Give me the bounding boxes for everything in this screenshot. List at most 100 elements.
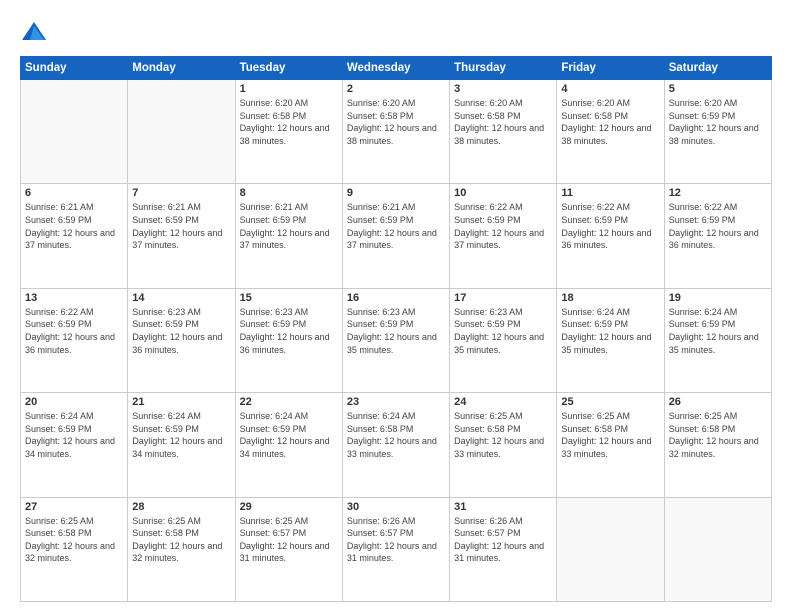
- calendar-cell: 28Sunrise: 6:25 AM Sunset: 6:58 PM Dayli…: [128, 497, 235, 601]
- calendar-cell: 7Sunrise: 6:21 AM Sunset: 6:59 PM Daylig…: [128, 184, 235, 288]
- day-number: 23: [347, 396, 445, 408]
- day-info: Sunrise: 6:22 AM Sunset: 6:59 PM Dayligh…: [25, 306, 123, 356]
- calendar-cell: 14Sunrise: 6:23 AM Sunset: 6:59 PM Dayli…: [128, 288, 235, 392]
- logo-icon: [20, 18, 48, 46]
- calendar-cell: 4Sunrise: 6:20 AM Sunset: 6:58 PM Daylig…: [557, 80, 664, 184]
- calendar-cell: 1 Sunrise: 6:20 AM Sunset: 6:58 PM Daylig…: [235, 80, 342, 184]
- day-number: 19: [669, 292, 767, 304]
- day-number: 9: [347, 187, 445, 199]
- day-info: Sunrise: 6:26 AM Sunset: 6:57 PM Dayligh…: [454, 515, 552, 565]
- day-info: Sunrise: 6:24 AM Sunset: 6:59 PM Dayligh…: [669, 306, 767, 356]
- day-number: 25: [561, 396, 659, 408]
- day-info: Sunrise: 6:25 AM Sunset: 6:58 PM Dayligh…: [561, 410, 659, 460]
- day-info: Sunrise: 6:23 AM Sunset: 6:59 PM Dayligh…: [454, 306, 552, 356]
- calendar-cell: 29 Sunrise: 6:25 AM Sunset: 6:57 PM Dayli…: [235, 497, 342, 601]
- calendar-cell: 10Sunrise: 6:22 AM Sunset: 6:59 PM Dayli…: [450, 184, 557, 288]
- day-number: 27: [25, 501, 123, 513]
- day-number: 13: [25, 292, 123, 304]
- weekday-header-tuesday: Tuesday: [235, 57, 342, 80]
- day-number: 20: [25, 396, 123, 408]
- calendar-cell: 26 Sunrise: 6:25 AM Sunset: 6:58 PM Dayli…: [664, 393, 771, 497]
- day-info: Sunrise: 6:24 AM Sunset: 6:59 PM Dayligh…: [25, 410, 123, 460]
- day-number: 8: [240, 187, 338, 199]
- day-info: Sunrise: 6:21 AM Sunset: 6:59 PM Dayligh…: [347, 201, 445, 251]
- weekday-header-thursday: Thursday: [450, 57, 557, 80]
- day-info: Sunrise: 6:22 AM Sunset: 6:59 PM Dayligh…: [669, 201, 767, 251]
- weekday-header-friday: Friday: [557, 57, 664, 80]
- day-number: 18: [561, 292, 659, 304]
- calendar-week-5: 27 Sunrise: 6:25 AM Sunset: 6:58 PM Dayli…: [21, 497, 772, 601]
- day-info: Sunrise: 6:25 AM Sunset: 6:58 PM Dayligh…: [132, 515, 230, 565]
- calendar-week-1: 1 Sunrise: 6:20 AM Sunset: 6:58 PM Daylig…: [21, 80, 772, 184]
- calendar-cell: 18 Sunrise: 6:24 AM Sunset: 6:59 PM Dayli…: [557, 288, 664, 392]
- day-number: 2: [347, 83, 445, 95]
- calendar-table: SundayMondayTuesdayWednesdayThursdayFrid…: [20, 56, 772, 602]
- day-info: Sunrise: 6:20 AM Sunset: 6:58 PM Dayligh…: [347, 97, 445, 147]
- day-number: 21: [132, 396, 230, 408]
- calendar-cell: 27 Sunrise: 6:25 AM Sunset: 6:58 PM Dayli…: [21, 497, 128, 601]
- calendar-cell: 22 Sunrise: 6:24 AM Sunset: 6:59 PM Dayli…: [235, 393, 342, 497]
- calendar-cell: 24 Sunrise: 6:25 AM Sunset: 6:58 PM Dayli…: [450, 393, 557, 497]
- calendar-week-3: 13 Sunrise: 6:22 AM Sunset: 6:59 PM Dayli…: [21, 288, 772, 392]
- day-number: 30: [347, 501, 445, 513]
- calendar-cell: 23 Sunrise: 6:24 AM Sunset: 6:58 PM Dayli…: [342, 393, 449, 497]
- calendar-cell: 17 Sunrise: 6:23 AM Sunset: 6:59 PM Dayli…: [450, 288, 557, 392]
- day-info: Sunrise: 6:20 AM Sunset: 6:58 PM Dayligh…: [240, 97, 338, 147]
- day-number: 5: [669, 83, 767, 95]
- day-info: Sunrise: 6:24 AM Sunset: 6:59 PM Dayligh…: [561, 306, 659, 356]
- calendar-cell: 20 Sunrise: 6:24 AM Sunset: 6:59 PM Dayli…: [21, 393, 128, 497]
- calendar-week-4: 20 Sunrise: 6:24 AM Sunset: 6:59 PM Dayli…: [21, 393, 772, 497]
- day-info: Sunrise: 6:26 AM Sunset: 6:57 PM Dayligh…: [347, 515, 445, 565]
- calendar-cell: [557, 497, 664, 601]
- calendar-cell: 19 Sunrise: 6:24 AM Sunset: 6:59 PM Dayli…: [664, 288, 771, 392]
- day-number: 4: [561, 83, 659, 95]
- day-info: Sunrise: 6:25 AM Sunset: 6:57 PM Dayligh…: [240, 515, 338, 565]
- weekday-header-saturday: Saturday: [664, 57, 771, 80]
- calendar-cell: 9 Sunrise: 6:21 AM Sunset: 6:59 PM Daylig…: [342, 184, 449, 288]
- day-info: Sunrise: 6:24 AM Sunset: 6:59 PM Dayligh…: [240, 410, 338, 460]
- day-info: Sunrise: 6:25 AM Sunset: 6:58 PM Dayligh…: [454, 410, 552, 460]
- day-info: Sunrise: 6:21 AM Sunset: 6:59 PM Dayligh…: [240, 201, 338, 251]
- header: [20, 18, 772, 46]
- day-info: Sunrise: 6:23 AM Sunset: 6:59 PM Dayligh…: [347, 306, 445, 356]
- calendar-cell: 2 Sunrise: 6:20 AM Sunset: 6:58 PM Daylig…: [342, 80, 449, 184]
- day-number: 16: [347, 292, 445, 304]
- day-info: Sunrise: 6:24 AM Sunset: 6:59 PM Dayligh…: [132, 410, 230, 460]
- day-info: Sunrise: 6:20 AM Sunset: 6:58 PM Dayligh…: [454, 97, 552, 147]
- calendar-cell: 25 Sunrise: 6:25 AM Sunset: 6:58 PM Dayli…: [557, 393, 664, 497]
- day-info: Sunrise: 6:21 AM Sunset: 6:59 PM Dayligh…: [132, 201, 230, 251]
- day-number: 10: [454, 187, 552, 199]
- day-number: 12: [669, 187, 767, 199]
- day-number: 17: [454, 292, 552, 304]
- day-number: 26: [669, 396, 767, 408]
- calendar-cell: 15Sunrise: 6:23 AM Sunset: 6:59 PM Dayli…: [235, 288, 342, 392]
- day-info: Sunrise: 6:24 AM Sunset: 6:58 PM Dayligh…: [347, 410, 445, 460]
- day-info: Sunrise: 6:25 AM Sunset: 6:58 PM Dayligh…: [25, 515, 123, 565]
- page: SundayMondayTuesdayWednesdayThursdayFrid…: [0, 0, 792, 612]
- logo: [20, 18, 52, 46]
- calendar-cell: 3 Sunrise: 6:20 AM Sunset: 6:58 PM Daylig…: [450, 80, 557, 184]
- calendar-cell: 6Sunrise: 6:21 AM Sunset: 6:59 PM Daylig…: [21, 184, 128, 288]
- calendar-week-2: 6Sunrise: 6:21 AM Sunset: 6:59 PM Daylig…: [21, 184, 772, 288]
- weekday-header-row: SundayMondayTuesdayWednesdayThursdayFrid…: [21, 57, 772, 80]
- day-number: 29: [240, 501, 338, 513]
- day-number: 15: [240, 292, 338, 304]
- day-info: Sunrise: 6:23 AM Sunset: 6:59 PM Dayligh…: [132, 306, 230, 356]
- day-number: 3: [454, 83, 552, 95]
- day-info: Sunrise: 6:22 AM Sunset: 6:59 PM Dayligh…: [561, 201, 659, 251]
- calendar-cell: 31 Sunrise: 6:26 AM Sunset: 6:57 PM Dayli…: [450, 497, 557, 601]
- day-info: Sunrise: 6:20 AM Sunset: 6:59 PM Dayligh…: [669, 97, 767, 147]
- day-number: 24: [454, 396, 552, 408]
- calendar-cell: 21 Sunrise: 6:24 AM Sunset: 6:59 PM Dayli…: [128, 393, 235, 497]
- day-number: 22: [240, 396, 338, 408]
- calendar-cell: 30 Sunrise: 6:26 AM Sunset: 6:57 PM Dayli…: [342, 497, 449, 601]
- day-info: Sunrise: 6:21 AM Sunset: 6:59 PM Dayligh…: [25, 201, 123, 251]
- calendar-cell: 8 Sunrise: 6:21 AM Sunset: 6:59 PM Daylig…: [235, 184, 342, 288]
- calendar-cell: 11Sunrise: 6:22 AM Sunset: 6:59 PM Dayli…: [557, 184, 664, 288]
- calendar-cell: [128, 80, 235, 184]
- calendar-cell: 12 Sunrise: 6:22 AM Sunset: 6:59 PM Dayli…: [664, 184, 771, 288]
- day-number: 1: [240, 83, 338, 95]
- day-number: 31: [454, 501, 552, 513]
- day-info: Sunrise: 6:25 AM Sunset: 6:58 PM Dayligh…: [669, 410, 767, 460]
- weekday-header-sunday: Sunday: [21, 57, 128, 80]
